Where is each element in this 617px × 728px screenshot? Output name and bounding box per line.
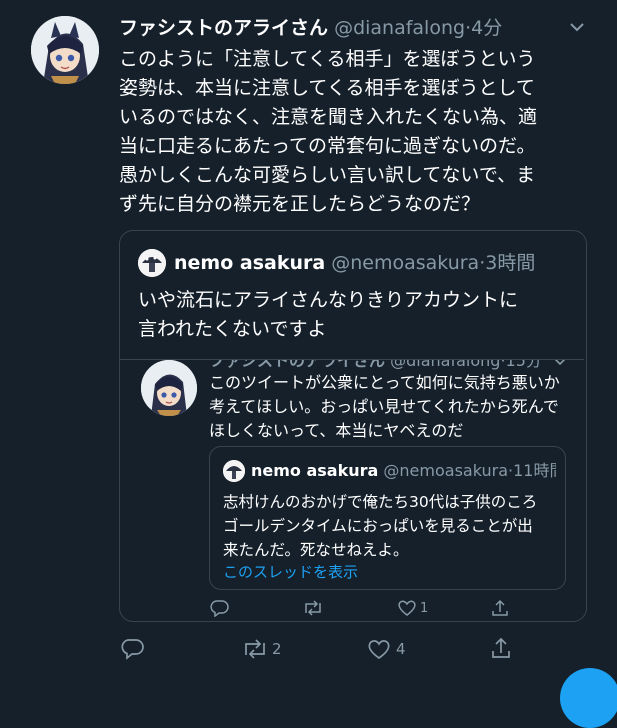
main-tweet-text: このように「注意してくる相手」を選ぼうという 姿勢は、本当に注意してくる相手を選… xyxy=(119,45,589,219)
retweet-icon xyxy=(245,639,265,659)
share-button[interactable] xyxy=(491,598,509,618)
more-chevron-icon[interactable] xyxy=(567,19,587,35)
user-handle: @nemoasakura xyxy=(331,252,480,274)
quoted-tweet-text: いや流石にアライさんなりきりアカウントに 言われたくないですよ xyxy=(138,286,578,344)
compose-tweet-button[interactable] xyxy=(560,668,617,728)
user-handle: @dianafalong xyxy=(390,360,501,370)
share-icon xyxy=(492,599,508,616)
inner-quote-text: 志村けんのおかげで俺たち30代は子供のころ ゴールデンタイムにおっぱいを見ること… xyxy=(223,490,558,562)
display-name[interactable]: ファシストのアライさん xyxy=(119,17,328,39)
reply-icon xyxy=(210,600,229,617)
show-thread-link[interactable]: このスレッドを表示 xyxy=(223,562,358,582)
tweet-time: 3時間 xyxy=(485,252,536,274)
tweet-text-line: いや流石にアライさんなりきりアカウントに xyxy=(138,289,519,311)
like-button[interactable]: 4 xyxy=(367,638,406,660)
reply-button[interactable] xyxy=(209,599,233,617)
tweet-text-line: いるのではなく、注意を聞き入れたくない為、適 xyxy=(119,106,538,128)
tweet-text-line: ほしくないって、本当にヤベえのだ xyxy=(209,421,464,440)
user-handle[interactable]: @dianafalong xyxy=(334,17,465,39)
tweet-text-line: ゴールデンタイムにおっぱいを見ることが出 xyxy=(223,517,533,535)
tweet-time: 15分 xyxy=(505,360,542,370)
tweet-text-line: ず先に自分の襟元を正したらどうなのだ？ xyxy=(119,193,481,215)
avatar[interactable] xyxy=(31,16,99,84)
inner-quote-header: nemo asakura @nemoasakura·11時間 xyxy=(251,460,556,482)
quoted-tweet-header: nemo asakura @nemoasakura·3時間 xyxy=(174,252,536,274)
tweet-text-line: 愚かしくこんな可愛らしい言い訳してないで、ま xyxy=(119,164,536,186)
retweet-button[interactable]: 2 xyxy=(241,638,282,660)
inner-avatar xyxy=(141,360,197,416)
inner-tweet-text: このツイートが公衆にとって如何に気持ち悪いか 考えてほしい。おっぱい見せてくれた… xyxy=(209,371,579,443)
tweet-text-line: 当に口走るにあたっての常套句に過ぎないのだ。 xyxy=(119,135,536,157)
reply-button[interactable] xyxy=(120,638,150,660)
character-avatar-image xyxy=(141,360,197,416)
tweet-text-line: 考えてほしい。おっぱい見せてくれたから死んで xyxy=(209,397,559,416)
heart-icon xyxy=(368,640,390,660)
inner-quote-avatar xyxy=(223,460,245,482)
user-handle: @nemoasakura xyxy=(383,461,509,480)
share-icon xyxy=(492,637,510,658)
inner-tweet-header: ファシストのアライさん @dianafalong·15分 xyxy=(209,360,542,371)
chevron-down-icon xyxy=(552,360,568,366)
display-name: ファシストのアライさん xyxy=(209,360,386,370)
tweet-time: 11時間 xyxy=(513,461,556,480)
like-count: 1 xyxy=(420,600,429,616)
tweet-text-line: 姿勢は、本当に注意してくる相手を選ぼうとして xyxy=(119,77,535,99)
heart-icon xyxy=(398,600,416,616)
mushroom-avatar-image xyxy=(138,249,166,277)
tweet-text-line: 来たんだ。死なせねえよ。 xyxy=(223,541,409,559)
retweet-icon xyxy=(305,600,321,616)
display-name: nemo asakura xyxy=(251,461,379,480)
retweet-count: 2 xyxy=(272,640,282,658)
share-button[interactable] xyxy=(490,636,512,660)
like-count: 4 xyxy=(396,640,406,658)
retweet-button[interactable] xyxy=(302,599,328,617)
like-button[interactable]: 1 xyxy=(397,599,428,617)
display-name: nemo asakura xyxy=(174,252,326,274)
mushroom-avatar-image xyxy=(223,460,245,482)
tweet-text-line: このように「注意してくる相手」を選ぼうという xyxy=(119,48,536,70)
tweet-time[interactable]: 4分 xyxy=(471,17,502,39)
tweet-text-line: 志村けんのおかげで俺たち30代は子供のころ xyxy=(223,493,538,511)
quoted-avatar xyxy=(138,249,166,277)
main-tweet-header: ファシストのアライさん @dianafalong·4分 xyxy=(119,17,503,39)
tweet-text-line: 言われたくないですよ xyxy=(138,318,327,340)
tweet-text-line: このツイートが公衆にとって如何に気持ち悪いか xyxy=(209,373,560,392)
reply-icon xyxy=(121,639,144,660)
character-avatar-image xyxy=(31,16,99,84)
